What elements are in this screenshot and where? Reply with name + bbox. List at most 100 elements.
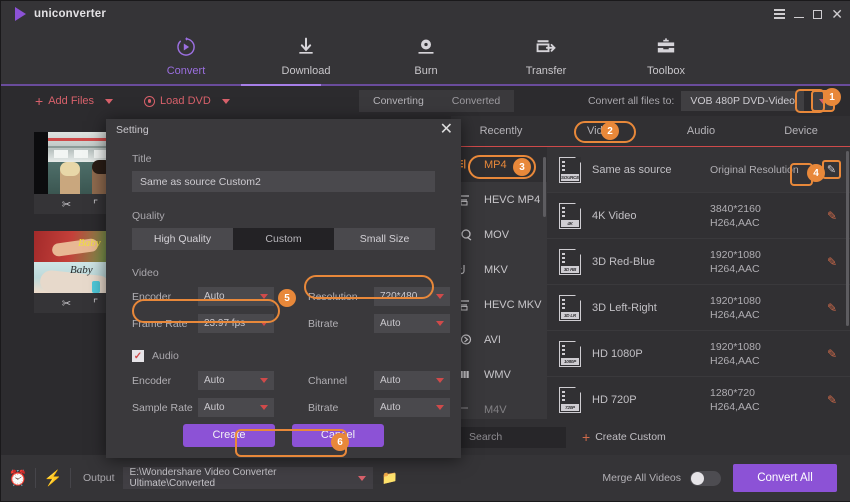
resolution-row-same-as-source[interactable]: SOURCE Same as source Original Resolutio… <box>547 147 850 193</box>
resolution-spec-dimensions: 1920*1080 <box>710 294 761 307</box>
open-folder-icon[interactable]: 📁 <box>382 470 398 486</box>
video-framerate-select[interactable]: 23.97 fps <box>198 314 274 333</box>
chevron-down-icon <box>260 294 268 299</box>
preset-tag: 1080P <box>561 357 579 365</box>
search-input[interactable]: Search <box>461 426 566 448</box>
minimize-icon[interactable] <box>794 16 805 19</box>
convert-all-button[interactable]: Convert All <box>733 464 837 492</box>
preset-tag: SOURCE <box>560 173 580 181</box>
preset-tag: 3D RB <box>561 265 579 273</box>
audio-checkbox[interactable]: ✓ <box>132 350 144 362</box>
video-bitrate-select[interactable]: Auto <box>374 314 450 333</box>
tab-converted[interactable]: Converted <box>437 90 515 112</box>
nav-item-burn[interactable]: Burn <box>385 35 467 77</box>
tab-recently[interactable]: Recently <box>451 125 551 137</box>
nav-item-convert[interactable]: Convert <box>145 35 227 77</box>
video-framerate-label: Frame Rate <box>132 317 188 330</box>
trim-scissors-icon[interactable]: ✂ <box>62 198 71 211</box>
output-chevron-down-icon[interactable] <box>357 475 366 481</box>
edit-3d-left-right-icon[interactable]: ✎ <box>827 301 837 315</box>
format-item-avi[interactable]: AVI <box>451 322 547 357</box>
preset-tag: 3D LR <box>561 311 579 319</box>
tab-audio[interactable]: Audio <box>651 125 751 137</box>
resolution-row-3d-left-right[interactable]: 3D LR 3D Left-Right 1920*1080 H264,AAC ✎ <box>547 285 850 331</box>
quality-option-high-quality[interactable]: High Quality <box>132 228 233 250</box>
quality-option-small-size[interactable]: Small Size <box>334 228 435 250</box>
crop-icon[interactable]: ⌜ <box>93 198 98 211</box>
transfer-icon <box>535 35 557 59</box>
nav-item-download[interactable]: Download <box>265 35 347 77</box>
resolution-name: 3D Red-Blue <box>592 255 655 268</box>
edit-4k-video-icon[interactable]: ✎ <box>827 209 837 223</box>
tab-converting[interactable]: Converting <box>359 90 438 112</box>
close-icon[interactable]: ✕ <box>831 7 843 21</box>
edit-hd-1080p-icon[interactable]: ✎ <box>827 347 837 361</box>
convert-all-value[interactable]: VOB 480P DVD-Video <box>681 91 804 111</box>
output-path-field[interactable]: E:\Wondershare Video Converter Ultimate\… <box>122 467 373 489</box>
audio-encoder-select[interactable]: Auto <box>198 371 274 390</box>
quality-option-custom[interactable]: Custom <box>233 228 334 250</box>
queue-tabs: Converting Converted <box>359 90 515 112</box>
resolution-name: 3D Left-Right <box>592 301 657 314</box>
mkv-icon <box>460 264 476 276</box>
annotation-badge-5: 5 <box>278 289 296 307</box>
preset-thumb-icon: 720P <box>559 386 581 413</box>
menu-icon[interactable] <box>774 9 786 19</box>
format-list: MP4 HEVC MP4 MOV MKV HEVC MKV AVI WMV M4… <box>451 147 547 446</box>
format-label-avi: AVI <box>484 333 501 346</box>
format-item-wmv[interactable]: WMV <box>451 357 547 392</box>
maximize-icon[interactable] <box>813 9 823 19</box>
format-item-mkv[interactable]: MKV <box>451 252 547 287</box>
format-item-hevc-mkv[interactable]: HEVC MKV <box>451 287 547 322</box>
output-label: Output <box>83 472 115 484</box>
dialog-close-icon[interactable]: ✕ <box>440 122 453 138</box>
hevc-mkv-icon <box>460 299 476 311</box>
edit-same-as-source[interactable]: ✎ <box>822 160 841 179</box>
resolution-row-hd-720p[interactable]: 720P HD 720P 1280*720 H264,AAC ✎ <box>547 377 850 423</box>
resolution-row-3d-red-blue[interactable]: 3D RB 3D Red-Blue 1920*1080 H264,AAC ✎ <box>547 239 850 285</box>
nav-item-toolbox[interactable]: Toolbox <box>625 35 707 77</box>
trim-scissors-icon[interactable]: ✂ <box>62 297 71 310</box>
tab-device[interactable]: Device <box>751 125 850 137</box>
format-label-mp4: MP4 <box>484 158 507 171</box>
plus-icon: + <box>35 92 44 109</box>
nav-item-transfer[interactable]: Transfer <box>505 35 587 77</box>
resolution-row-4k-video[interactable]: 4K 4K Video 3840*2160 H264,AAC ✎ <box>547 193 850 239</box>
resolution-list-scrollbar[interactable] <box>846 151 849 326</box>
audio-encoder-value: Auto <box>204 375 225 386</box>
video-encoder-select[interactable]: Auto <box>198 287 274 306</box>
load-dvd-chevron-down-icon[interactable] <box>221 98 230 104</box>
audio-channel-select[interactable]: Auto <box>374 371 450 390</box>
crop-icon[interactable]: ⌜ <box>93 297 98 310</box>
format-item-mp4[interactable]: MP4 <box>451 147 547 182</box>
m4v-icon <box>460 404 476 416</box>
toolbox-icon <box>655 35 677 59</box>
title-input[interactable]: Same as source Custom2 <box>132 171 435 192</box>
add-files-chevron-down-icon[interactable] <box>105 98 114 104</box>
format-item-mov[interactable]: MOV <box>451 217 547 252</box>
create-custom-button[interactable]: + Create Custom <box>582 428 666 445</box>
audio-channel-row: Channel Auto <box>308 371 450 390</box>
load-dvd-label: Load DVD <box>160 95 211 107</box>
convert-icon <box>175 35 197 59</box>
video-resolution-select[interactable]: 720*480 <box>374 287 450 306</box>
preset-thumb-icon: SOURCE <box>559 156 581 183</box>
format-list-scrollbar[interactable] <box>543 157 546 217</box>
format-item-hevc-mp4[interactable]: HEVC MP4 <box>451 182 547 217</box>
merge-label: Merge All Videos <box>602 472 681 484</box>
create-button[interactable]: Create <box>183 423 275 447</box>
nav-label-download: Download <box>281 65 331 77</box>
merge-toggle[interactable] <box>690 470 721 486</box>
edit-3d-red-blue-icon[interactable]: ✎ <box>827 255 837 269</box>
preset-thumb-icon: 3D LR <box>559 294 581 321</box>
video-encoder-value: Auto <box>204 291 225 302</box>
alarm-clock-icon[interactable]: ⏰ <box>1 469 35 487</box>
lightning-icon[interactable]: ⚡ <box>36 469 70 487</box>
load-dvd-button[interactable]: Load DVD <box>144 95 211 107</box>
edit-hd-720p-icon[interactable]: ✎ <box>827 393 837 407</box>
add-files-button[interactable]: + Add Files <box>35 92 94 109</box>
plus-icon: + <box>582 428 591 445</box>
hevc-icon <box>460 194 476 206</box>
nav-label-transfer: Transfer <box>525 65 567 77</box>
resolution-row-hd-1080p[interactable]: 1080P HD 1080P 1920*1080 H264,AAC ✎ <box>547 331 850 377</box>
